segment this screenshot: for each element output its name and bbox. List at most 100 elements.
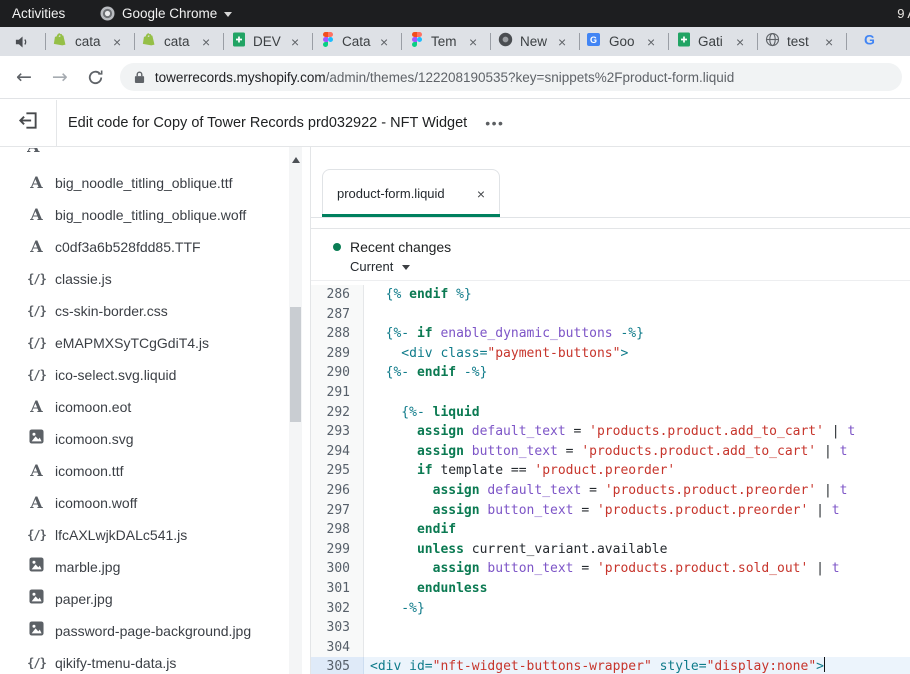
- tab-close-icon[interactable]: ×: [558, 35, 566, 49]
- code-line-content: <div class="payment-buttons">: [364, 344, 910, 364]
- file-list-item[interactable]: A big_noodle_titling_oblique.ttf: [0, 167, 286, 199]
- editor-file-tab[interactable]: product-form.liquid ×: [322, 169, 500, 217]
- version-label: Current: [350, 259, 393, 274]
- file-name: eMAPMXSyTCgGdiT4.js: [55, 335, 209, 351]
- file-list-item[interactable]: {/} classie.js: [0, 263, 286, 295]
- back-button[interactable]: ←: [16, 68, 32, 87]
- file-name: icomoon.eot: [55, 399, 131, 415]
- forward-button[interactable]: →: [52, 68, 68, 87]
- code-line[interactable]: 300 assign button_text = 'products.produ…: [311, 559, 910, 579]
- browser-tab[interactable]: G Goo ×: [580, 27, 668, 56]
- sidebar-scrollbar[interactable]: [289, 147, 302, 674]
- code-line[interactable]: 292 {%- liquid: [311, 403, 910, 423]
- code-line[interactable]: 291: [311, 383, 910, 403]
- code-line[interactable]: 301 endunless: [311, 579, 910, 599]
- code-line-content: unless current_variant.available: [364, 540, 910, 560]
- file-list-item[interactable]: {/} lfcAXLwjkDALc541.js: [0, 519, 286, 551]
- figma-favicon-icon: [323, 32, 333, 52]
- scrollbar-thumb[interactable]: [290, 307, 301, 422]
- browser-tab[interactable]: cata ×: [135, 27, 223, 56]
- exit-code-editor-button[interactable]: [0, 100, 57, 146]
- browser-tab[interactable]: Cata ×: [313, 27, 401, 56]
- code-line[interactable]: 302 -%}: [311, 599, 910, 619]
- recent-changes-panel: Recent changes Current: [311, 228, 910, 281]
- file-type-icon: A: [27, 461, 46, 481]
- sheets-favicon-icon: [677, 32, 691, 52]
- chrome-logo-icon: [100, 6, 115, 21]
- code-line[interactable]: 296 assign default_text = 'products.prod…: [311, 481, 910, 501]
- file-name: paper.jpg: [55, 591, 113, 607]
- line-number: 296: [311, 481, 364, 501]
- tab-close-icon[interactable]: ×: [380, 35, 388, 49]
- reload-button[interactable]: [87, 69, 104, 86]
- tab-close-icon[interactable]: ×: [469, 35, 477, 49]
- file-type-icon: [27, 429, 46, 449]
- file-list-item[interactable]: icomoon.svg: [0, 423, 286, 455]
- tab-close-icon[interactable]: ×: [825, 35, 833, 49]
- code-line[interactable]: 299 unless current_variant.available: [311, 540, 910, 560]
- file-type-icon: A: [27, 173, 46, 193]
- tab-favicon: [409, 34, 424, 49]
- file-list-item[interactable]: {/} cs-skin-border.css: [0, 295, 286, 327]
- file-list-item[interactable]: {/} ico-select.svg.liquid: [0, 359, 286, 391]
- url-bar[interactable]: towerrecords.myshopify.com/admin/themes/…: [120, 63, 902, 91]
- file-type-icon: [27, 557, 46, 577]
- globe-favicon-icon: [765, 32, 780, 52]
- browser-tab[interactable]: New ×: [491, 27, 579, 56]
- file-list-item[interactable]: A c0df3a6b528fdd85.TTF: [0, 231, 286, 263]
- code-area[interactable]: 286 {% endif %} 287 288 {%- if enable_dy…: [311, 282, 910, 674]
- more-actions-button[interactable]: •••: [485, 115, 504, 131]
- browser-tab[interactable]: cata ×: [46, 27, 134, 56]
- version-dropdown[interactable]: Current: [350, 259, 910, 274]
- browser-tab[interactable]: G: [847, 27, 892, 56]
- file-name: cs-skin-border.css: [55, 303, 168, 319]
- code-line[interactable]: 304: [311, 638, 910, 658]
- code-line[interactable]: 303: [311, 618, 910, 638]
- tab-close-icon[interactable]: ×: [736, 35, 744, 49]
- text-cursor: [824, 657, 826, 672]
- browser-tab[interactable]: Gati ×: [669, 27, 757, 56]
- tab-favicon: [231, 34, 246, 49]
- browser-tab[interactable]: Tem ×: [402, 27, 490, 56]
- file-name: ico-select.svg.liquid: [55, 367, 176, 383]
- font-file-icon: A: [30, 397, 42, 417]
- code-line[interactable]: 305 <div id="nft-widget-buttons-wrapper"…: [311, 657, 910, 674]
- code-line[interactable]: 298 endif: [311, 520, 910, 540]
- file-name: marble.jpg: [55, 559, 120, 575]
- file-list-item[interactable]: {/} qikify-tmenu-data.js: [0, 647, 286, 674]
- code-line[interactable]: 294 assign button_text = 'products.produ…: [311, 442, 910, 462]
- tab-close-icon[interactable]: ×: [113, 35, 121, 49]
- code-line[interactable]: 289 <div class="payment-buttons">: [311, 344, 910, 364]
- tab-close-icon[interactable]: ×: [202, 35, 210, 49]
- code-line[interactable]: 287: [311, 305, 910, 325]
- code-line[interactable]: 297 assign button_text = 'products.produ…: [311, 501, 910, 521]
- app-menu-button[interactable]: Google Chrome: [100, 6, 232, 21]
- file-list-item[interactable]: marble.jpg: [0, 551, 286, 583]
- file-list-item[interactable]: A icomoon.eot: [0, 391, 286, 423]
- code-line[interactable]: 293 assign default_text = 'products.prod…: [311, 422, 910, 442]
- scroll-up-icon[interactable]: [292, 157, 300, 163]
- browser-tab[interactable]: DEV ×: [224, 27, 312, 56]
- line-number: 295: [311, 461, 364, 481]
- lock-icon[interactable]: [134, 70, 145, 84]
- code-line[interactable]: 295 if template == 'product.preorder': [311, 461, 910, 481]
- file-list-item[interactable]: A big_noodle_titling_oblique.woff: [0, 199, 286, 231]
- file-list-item[interactable]: A icomoon.woff: [0, 487, 286, 519]
- tab-close-icon[interactable]: ×: [291, 35, 299, 49]
- code-line[interactable]: 288 {%- if enable_dynamic_buttons -%}: [311, 324, 910, 344]
- code-line[interactable]: 290 {%- endif -%}: [311, 363, 910, 383]
- tab-audio-button[interactable]: [0, 35, 45, 49]
- line-number: 293: [311, 422, 364, 442]
- code-line[interactable]: 286 {% endif %}: [311, 285, 910, 305]
- file-list-item[interactable]: paper.jpg: [0, 583, 286, 615]
- code-line-content: {%- if enable_dynamic_buttons -%}: [364, 324, 910, 344]
- browser-tab[interactable]: test ×: [758, 27, 846, 56]
- file-list-item[interactable]: {/} eMAPMXSyTCgGdiT4.js: [0, 327, 286, 359]
- file-list-item[interactable]: password-page-background.jpg: [0, 615, 286, 647]
- file-type-icon: {/}: [27, 526, 46, 544]
- app-menu-label: Google Chrome: [122, 6, 217, 21]
- activities-button[interactable]: Activities: [12, 6, 65, 21]
- tab-close-icon[interactable]: ×: [647, 35, 655, 49]
- file-list-item[interactable]: A icomoon.ttf: [0, 455, 286, 487]
- editor-tab-close-icon[interactable]: ×: [477, 186, 485, 202]
